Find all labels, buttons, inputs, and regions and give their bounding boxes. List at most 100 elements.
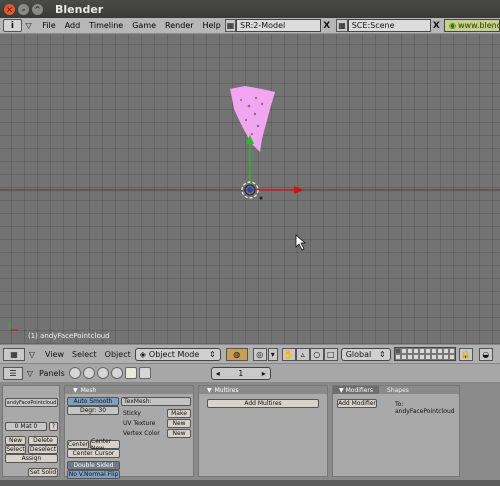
menu-select[interactable]: Select <box>72 350 97 359</box>
tab-modifiers-label: Modifiers <box>345 386 374 394</box>
collapse-arrow-icon[interactable]: ▽ <box>27 348 37 361</box>
scene-context-icon[interactable] <box>138 367 151 379</box>
buttons-window: andyFacePointcloud 0 Mat 0 ? New Delete … <box>0 383 500 486</box>
info-icon: i <box>10 20 14 31</box>
info-window-type-button[interactable]: i <box>3 19 22 32</box>
degree-field[interactable]: Degr: 30 <box>67 406 119 415</box>
active-object-label: (1) andyFacePointcloud <box>28 332 110 340</box>
screen-delete-button[interactable]: X <box>321 19 332 32</box>
sticky-make-button[interactable]: Make <box>167 409 191 418</box>
center-new-button[interactable]: Center New <box>90 438 120 452</box>
website-link[interactable]: ◉ www.blend <box>444 19 500 32</box>
object-mode-icon: ◈ <box>139 349 146 359</box>
mesh-panel: ▼ Mesh Auto Smooth Degr: 30 TexMesh: Sti… <box>64 385 194 479</box>
center-cursor-button[interactable]: Center Cursor <box>67 449 120 458</box>
render-preview-icon[interactable]: ◒ <box>478 347 493 361</box>
material-select-button[interactable]: Select <box>5 445 26 454</box>
scene-delete-button[interactable]: X <box>431 19 442 32</box>
material-new-button[interactable]: New <box>5 436 26 445</box>
logic-context-icon[interactable] <box>68 367 81 379</box>
panels-label: Panels <box>39 368 65 378</box>
multires-panel-header[interactable]: ▼ Multires <box>199 386 327 394</box>
material-help-button[interactable]: ? <box>49 422 58 431</box>
object-name-field[interactable]: andyFacePointcloud <box>5 398 58 407</box>
add-modifier-button[interactable]: Add Modifier <box>337 399 377 408</box>
dropdown-arrow-icon: ⇕ <box>209 349 216 359</box>
manipulator-hand-icon[interactable]: ✋ <box>281 347 296 361</box>
menu-help[interactable]: Help <box>203 21 221 30</box>
script-context-icon[interactable] <box>82 367 95 379</box>
current-frame-field[interactable]: ◂ 1 ▸ <box>210 366 271 380</box>
window-type-grid-icon[interactable]: ▦ <box>3 347 25 361</box>
menu-file[interactable]: File <box>42 21 55 30</box>
minimize-window-button[interactable]: – <box>18 3 29 15</box>
material-assign-button[interactable]: Assign <box>5 454 58 463</box>
maximize-window-button[interactable]: ^ <box>32 3 43 15</box>
screen-browse-icon[interactable]: ▦ <box>224 19 237 32</box>
manipulator-scale-icon[interactable]: □ <box>323 347 338 361</box>
scene-name-field[interactable]: SCE:Scene <box>347 19 431 32</box>
frame-increment-icon[interactable]: ▸ <box>262 369 266 378</box>
menu-object[interactable]: Object <box>105 350 131 359</box>
manipulator-translate-icon[interactable]: ▵ <box>295 347 310 361</box>
collapse-arrow-icon[interactable]: ▽ <box>24 19 33 32</box>
collapse-arrow-icon[interactable]: ▽ <box>25 367 35 380</box>
mode-dropdown[interactable]: ◈ Object Mode ⇕ <box>134 347 221 361</box>
frame-value: 1 <box>238 368 244 378</box>
modifier-target-label: To: andyFacePointcloud <box>395 401 455 415</box>
3d-viewport[interactable]: (1) andyFacePointcloud <box>0 34 500 344</box>
mesh-panel-title: Mesh <box>80 386 97 394</box>
menu-timeline[interactable]: Timeline <box>89 21 123 30</box>
vertex-color-new-button[interactable]: New <box>167 429 191 438</box>
pivot-icon[interactable]: ◎ <box>252 347 267 361</box>
multires-panel-title: Multires <box>214 386 239 394</box>
multires-panel: ▼ Multires Add Multires <box>198 385 328 477</box>
material-deselect-button[interactable]: Deselect <box>28 445 58 454</box>
shading-context-icon[interactable] <box>96 367 109 379</box>
origin-dot <box>259 196 263 200</box>
add-multires-button[interactable]: Add Multires <box>207 399 319 408</box>
uv-texture-new-button[interactable]: New <box>167 419 191 428</box>
uv-texture-label: UV Texture <box>123 420 156 427</box>
viewport-canvas <box>0 86 500 331</box>
screen-name-field[interactable]: SR:2-Model <box>236 19 322 32</box>
lock-icon[interactable]: 🔒 <box>458 347 473 361</box>
layer-20[interactable] <box>448 354 455 360</box>
website-url: www.blend <box>457 21 500 30</box>
modifiers-panel: ▼ Modifiers Shapes Add Modifier To: andy… <box>332 385 460 477</box>
dropdown-arrow-icon: ⇕ <box>379 349 386 359</box>
auto-smooth-button[interactable]: Auto Smooth <box>67 397 119 406</box>
tab-shapes[interactable]: Shapes <box>379 387 417 394</box>
center-button[interactable]: Center <box>67 440 89 449</box>
modifiers-tabs: ▼ Modifiers Shapes <box>333 386 459 394</box>
menu-game[interactable]: Game <box>132 21 156 30</box>
material-index-field[interactable]: 0 Mat 0 <box>5 422 47 431</box>
set-solid-button[interactable]: Set Solid <box>28 468 58 477</box>
close-window-button[interactable]: × <box>4 3 15 15</box>
layer-buttons[interactable] <box>393 347 456 361</box>
orientation-dropdown[interactable]: Global ⇕ <box>340 347 391 361</box>
close-icon: X <box>432 20 440 31</box>
buttons-window-type-icon[interactable]: ☰ <box>3 366 23 380</box>
menu-render[interactable]: Render <box>165 21 193 30</box>
manipulator-rotate-icon[interactable]: ○ <box>309 347 324 361</box>
title-bar: × – ^ Blender <box>0 0 500 18</box>
tab-modifiers[interactable]: ▼ Modifiers <box>333 386 380 394</box>
3d-view-header: ▦ ▽ View Select Object ◈ Object Mode ⇕ ◍… <box>0 344 500 364</box>
bottom-edge <box>0 480 500 486</box>
sticky-label: Sticky <box>123 410 141 417</box>
scene-browse-icon[interactable]: ▦ <box>336 19 348 32</box>
texmesh-field[interactable]: TexMesh: <box>121 397 191 406</box>
frame-decrement-icon[interactable]: ◂ <box>216 369 220 378</box>
mesh-panel-header[interactable]: ▼ Mesh <box>65 386 193 394</box>
material-delete-button[interactable]: Delete <box>28 436 58 445</box>
double-sided-button[interactable]: Double Sided <box>67 461 120 470</box>
object-context-icon[interactable] <box>110 367 123 379</box>
draw-type-icon[interactable]: ◍ <box>225 347 248 361</box>
orientation-label: Global <box>345 349 372 359</box>
pivot-arrow-icon[interactable]: ▾ <box>267 347 278 361</box>
no-v-normal-flip-button[interactable]: No V.Normal Flip <box>67 470 120 479</box>
menu-add[interactable]: Add <box>65 21 81 30</box>
editing-context-icon[interactable] <box>124 367 137 379</box>
menu-view[interactable]: View <box>45 350 64 359</box>
